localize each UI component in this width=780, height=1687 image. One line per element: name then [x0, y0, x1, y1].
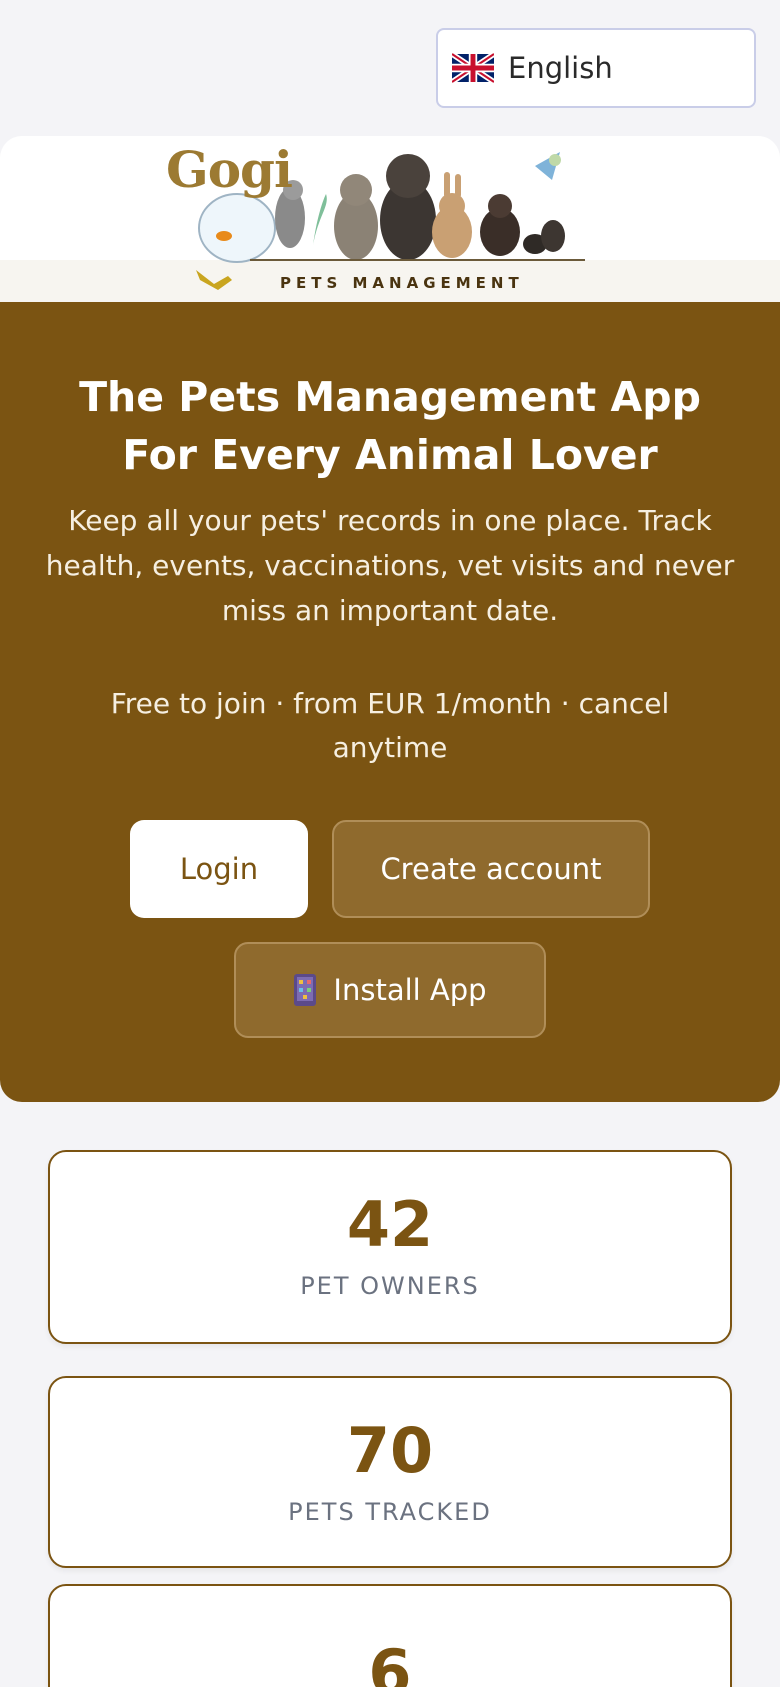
pricing-note: Free to join · from EUR 1/month · cancel… — [110, 687, 670, 764]
page: English Gogi PETS MANAGEMENT The Pets Ma… — [0, 0, 780, 1687]
login-button[interactable]: Login — [130, 820, 308, 918]
hero-title: The Pets Management App For Every Animal… — [79, 373, 701, 479]
uk-flag-icon — [452, 53, 494, 83]
brand-logo-text: Gogi — [166, 140, 293, 199]
login-button-label: Login — [179, 852, 259, 886]
stat-card-third: 6 — [48, 1584, 732, 1687]
stat-label: PETS TRACKED — [288, 1498, 492, 1526]
stat-value: 42 — [346, 1188, 434, 1261]
stat-label: PET OWNERS — [300, 1272, 480, 1300]
brand-tagline: PETS MANAGEMENT — [280, 274, 524, 292]
logo-banner: Gogi PETS MANAGEMENT — [0, 136, 780, 302]
hero-description: Keep all your pets' records in one place… — [45, 504, 735, 627]
stat-value: 6 — [368, 1636, 412, 1687]
create-account-button[interactable]: Create account — [332, 820, 650, 918]
stat-value: 70 — [346, 1414, 434, 1487]
phone-icon — [294, 974, 317, 1006]
language-select[interactable]: English — [436, 28, 756, 108]
stat-card-pets-tracked: 70 PETS TRACKED — [48, 1376, 732, 1568]
stat-card-pet-owners: 42 PET OWNERS — [48, 1150, 732, 1344]
language-label: English — [508, 51, 613, 85]
install-app-label: Install App — [333, 973, 487, 1007]
create-account-label: Create account — [380, 852, 602, 886]
install-app-button[interactable]: Install App — [234, 942, 546, 1038]
hero-section: The Pets Management App For Every Animal… — [0, 302, 780, 1102]
